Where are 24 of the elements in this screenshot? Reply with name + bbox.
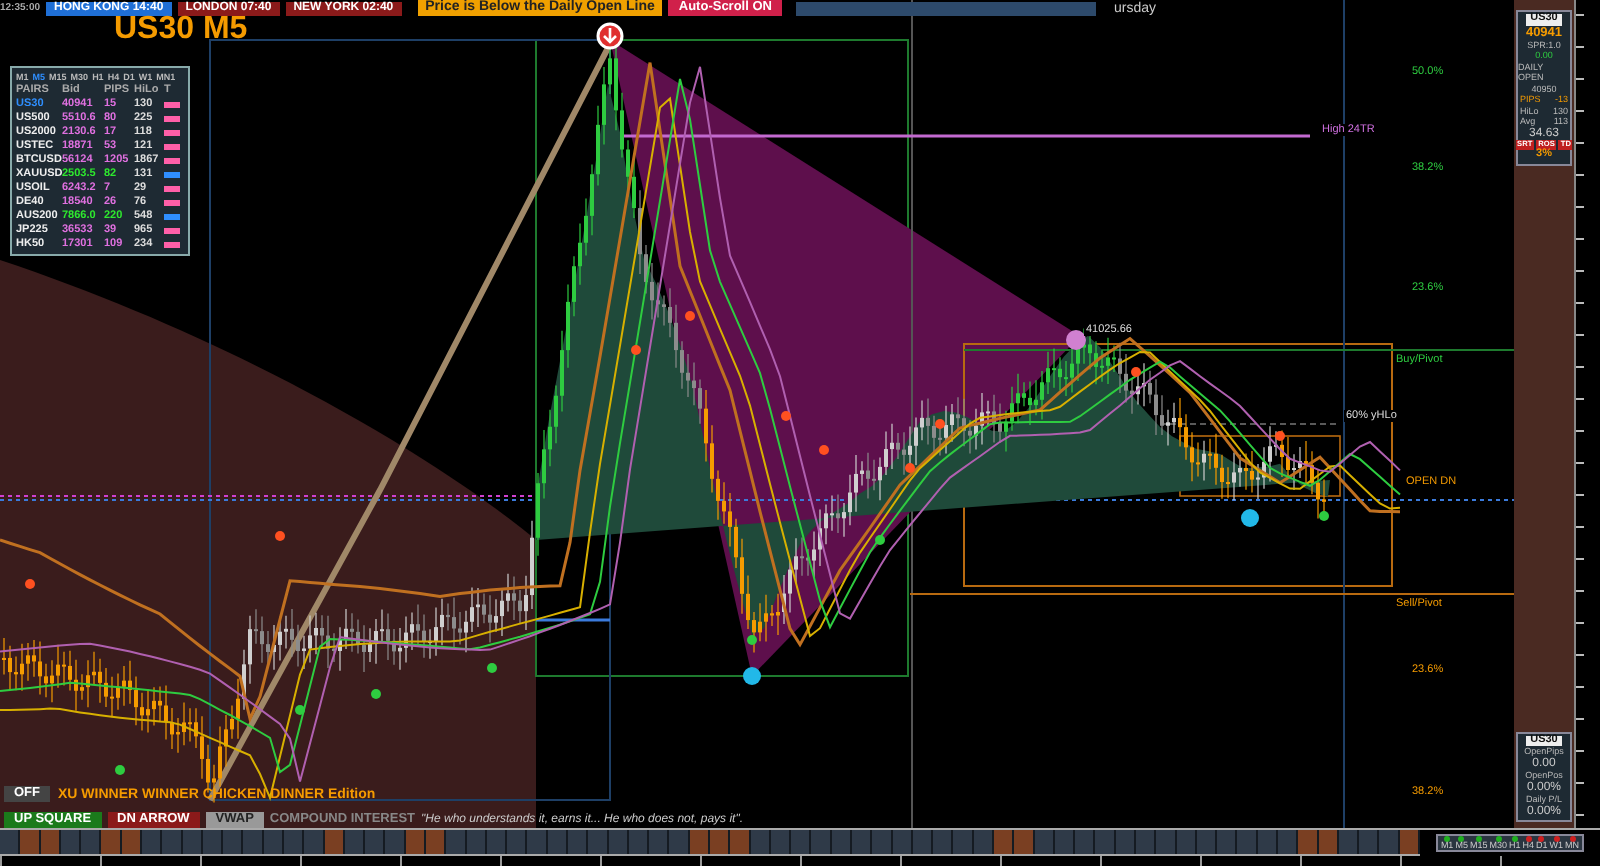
marker-dot <box>1066 330 1086 350</box>
signal-dot <box>275 531 285 541</box>
signal-dot <box>487 663 497 673</box>
signal-dot <box>747 635 757 645</box>
signal-dot <box>25 579 35 589</box>
signal-dot <box>875 535 885 545</box>
arrow-marker-icon <box>596 22 624 50</box>
signal-dot <box>371 689 381 699</box>
chart-title: US30 M5 <box>114 12 248 48</box>
signal-dot <box>631 345 641 355</box>
marker-dot <box>1241 509 1259 527</box>
signal-dot <box>685 311 695 321</box>
signal-dot <box>935 419 945 429</box>
signal-dot <box>115 765 125 775</box>
signal-dot <box>781 411 791 421</box>
search-field[interactable] <box>795 1 1096 15</box>
signal-dot <box>1275 431 1285 441</box>
signal-dot <box>1131 367 1141 377</box>
signal-dot <box>819 445 829 455</box>
signal-dot <box>295 705 305 715</box>
signal-dot <box>1319 511 1329 521</box>
marker-dot <box>743 667 761 685</box>
signal-dot <box>905 463 915 473</box>
level-line <box>536 618 610 622</box>
